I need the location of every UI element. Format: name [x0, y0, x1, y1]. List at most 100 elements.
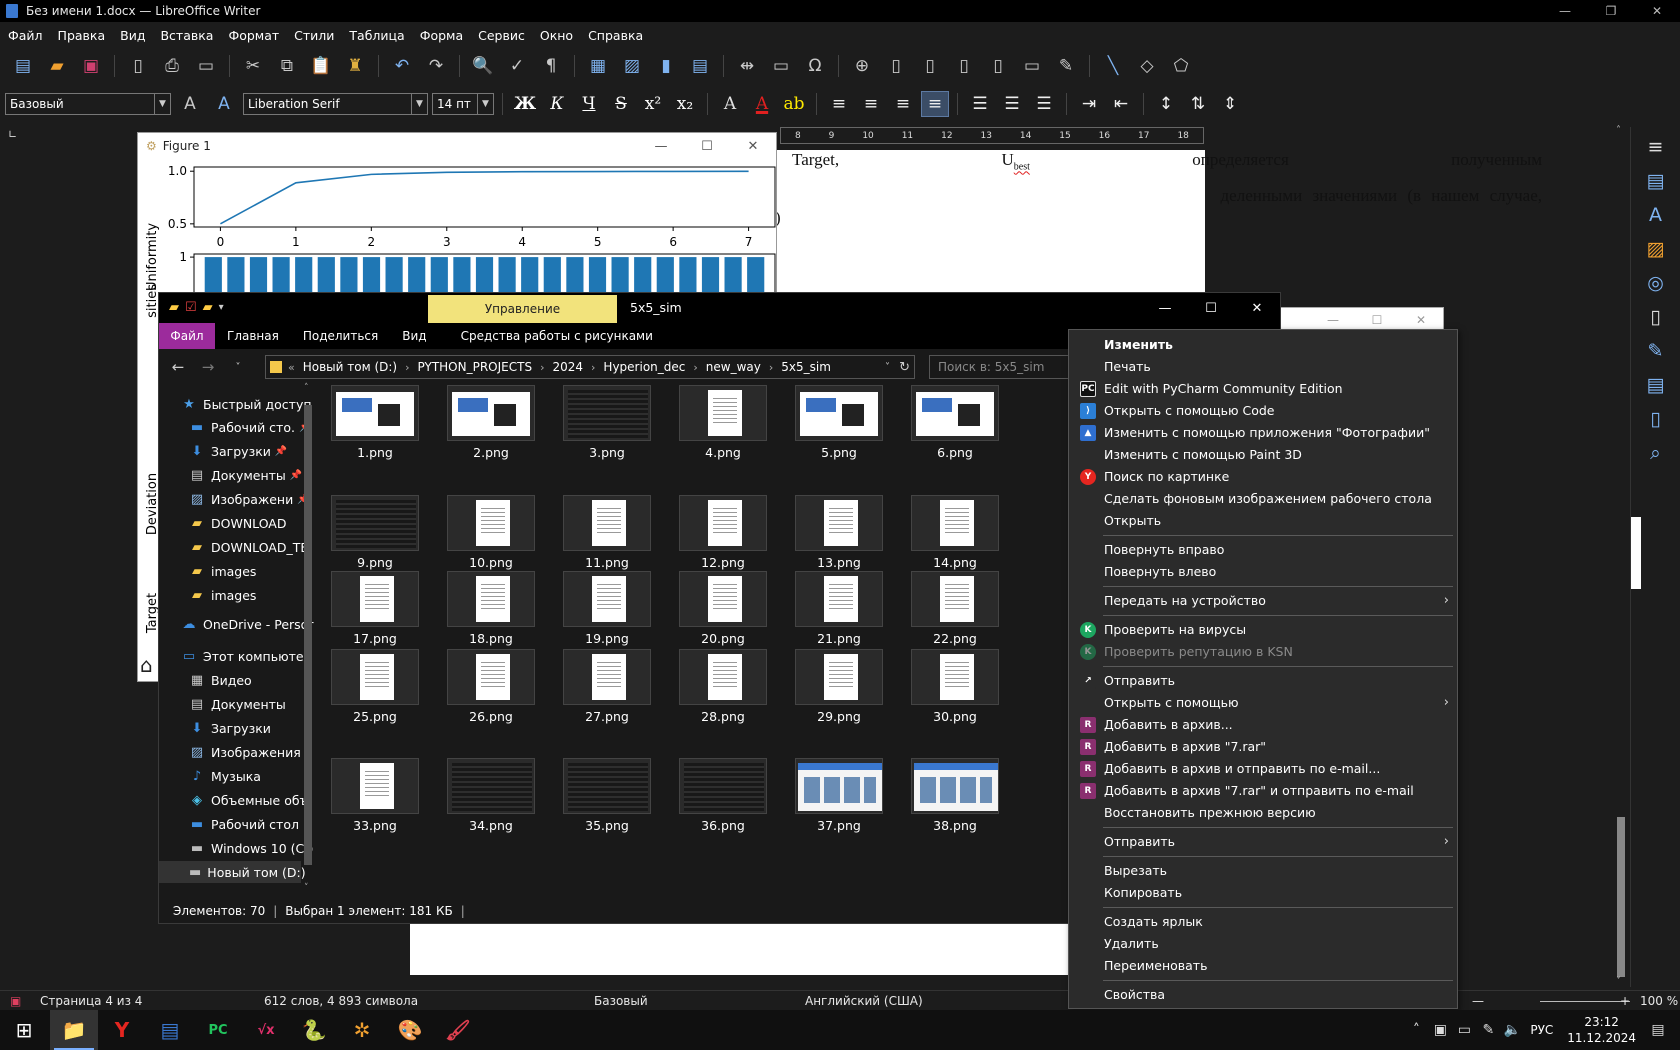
redo-icon[interactable]: ↷: [421, 52, 451, 80]
menu-table[interactable]: Таблица: [349, 28, 404, 43]
sidebar-collapse-handle[interactable]: [1631, 517, 1641, 589]
bookmark-icon[interactable]: ▯: [949, 52, 979, 80]
comment-icon[interactable]: ▭: [1017, 52, 1047, 80]
spelling-icon[interactable]: ✓: [502, 52, 532, 80]
paragraph-spacing-icon[interactable]: ⇅: [1184, 91, 1212, 117]
manage-tab[interactable]: Управление: [428, 295, 617, 323]
endnote-icon[interactable]: ▯: [915, 52, 945, 80]
file-item[interactable]: 2.png: [445, 385, 537, 475]
refresh-icon[interactable]: ↻: [899, 360, 910, 375]
context-menu-item[interactable]: Копировать: [1069, 882, 1457, 902]
file-item[interactable]: 5.png: [793, 385, 885, 475]
context-menu-item[interactable]: Открыть с помощью ›: [1069, 692, 1457, 712]
page-style-status[interactable]: Базовый: [594, 994, 648, 1008]
zoom-level[interactable]: 100 %: [1640, 994, 1678, 1008]
nav-item[interactable]: ▬ Windows 10 (C:): [189, 837, 314, 859]
customize-qat-icon[interactable]: ▾: [219, 302, 224, 313]
context-menu-item[interactable]: Сделать фоновым изображением рабочего ст…: [1069, 488, 1457, 508]
track-changes-icon[interactable]: ✎: [1051, 52, 1081, 80]
increase-indent-icon[interactable]: ⇥: [1075, 91, 1103, 117]
context-menu-item[interactable]: Печать: [1069, 356, 1457, 376]
save-status-icon[interactable]: ▣: [10, 994, 21, 1008]
nav-item[interactable]: ▨Изображени📌: [189, 488, 310, 510]
context-menu-item[interactable]: Удалить: [1069, 933, 1457, 953]
address-bar[interactable]: « Новый том (D:) › PYTHON_PROJECTS › 202…: [265, 355, 915, 379]
writer-minimize-button[interactable]: —: [1542, 0, 1588, 22]
explorer-close-button[interactable]: ✕: [1234, 293, 1280, 323]
clone-formatting-icon[interactable]: ♜: [340, 52, 370, 80]
properties-icon[interactable]: ▤: [1640, 167, 1672, 195]
file-item[interactable]: 4.png: [677, 385, 769, 475]
writer-close-button[interactable]: ✕: [1634, 0, 1680, 22]
font-color-icon[interactable]: A: [748, 91, 776, 117]
nav-item[interactable]: ▤ Документы 📌: [189, 464, 302, 486]
nav-item[interactable]: ▰ DOWNLOAD_TE: [189, 536, 308, 558]
file-item[interactable]: 17.png: [329, 571, 421, 661]
paragraph-indent-icon[interactable]: ⇕: [1216, 91, 1244, 117]
chevron-down-icon[interactable]: ▼: [477, 94, 493, 114]
file-item[interactable]: 21.png: [793, 571, 885, 661]
design-icon[interactable]: ▯: [1640, 405, 1672, 433]
context-menu-item[interactable]: R Добавить в архив...: [1069, 714, 1457, 734]
underline-button[interactable]: Ч: [575, 91, 603, 117]
save-icon[interactable]: ▣: [76, 52, 106, 80]
explorer-maximize-button[interactable]: ☐: [1188, 293, 1234, 323]
paste-icon[interactable]: 📋: [306, 52, 336, 80]
update-style-icon[interactable]: A: [175, 90, 205, 118]
tab-picture-tools[interactable]: Средства работы с рисунками: [449, 323, 665, 349]
special-character-icon[interactable]: Ω: [800, 52, 830, 80]
nav-item[interactable]: ▨ Изображения: [189, 741, 301, 763]
file-item[interactable]: 35.png: [561, 758, 653, 848]
file-item[interactable]: 18.png: [445, 571, 537, 661]
scroll-down-icon[interactable]: ˅: [1616, 976, 1621, 987]
taskbar-app[interactable]: √x: [242, 1010, 290, 1050]
recent-locations-icon[interactable]: ˅: [225, 354, 251, 380]
context-menu-item[interactable]: Вырезать: [1069, 860, 1457, 880]
breadcrumb-item[interactable]: new_way: [706, 360, 761, 374]
context-menu-item[interactable]: Повернуть влево: [1069, 561, 1457, 581]
cross-reference-icon[interactable]: ▯: [983, 52, 1013, 80]
italic-button[interactable]: К: [543, 91, 571, 117]
context-menu-item[interactable]: PC Edit with PyCharm Community Edition: [1069, 378, 1457, 398]
breadcrumb-item[interactable]: Hyperion_dec: [603, 360, 685, 374]
file-item[interactable]: 19.png: [561, 571, 653, 661]
zoom-slider[interactable]: [1540, 1001, 1630, 1002]
font-name-combo[interactable]: Liberation Serif ▼: [243, 93, 428, 115]
tab-home[interactable]: Главная: [215, 323, 291, 349]
find-replace-icon[interactable]: 🔍: [468, 52, 498, 80]
notifications-icon[interactable]: ▤: [1646, 1022, 1670, 1038]
figure-maximize-button[interactable]: ☐: [684, 133, 730, 159]
highlight-color-icon[interactable]: ab: [780, 91, 808, 117]
print-preview-icon[interactable]: ▭: [191, 52, 221, 80]
menu-styles[interactable]: Стили: [294, 28, 334, 43]
scroll-down-icon[interactable]: ˅: [304, 883, 309, 893]
context-menu-item[interactable]: Свойства: [1069, 984, 1457, 1004]
font-size-combo[interactable]: 14 пт ▼: [432, 93, 494, 115]
file-item[interactable]: 34.png: [445, 758, 537, 848]
insert-chart-icon[interactable]: ▮: [651, 52, 681, 80]
breadcrumb-item[interactable]: Новый том (D:): [303, 360, 397, 374]
chevron-right-icon[interactable]: ›: [769, 361, 773, 374]
file-item[interactable]: 38.png: [909, 758, 1001, 848]
bullet-list-icon[interactable]: ☰: [966, 91, 994, 117]
nav-item[interactable]: ♪ Музыка: [189, 765, 261, 787]
tab-view[interactable]: Вид: [390, 323, 438, 349]
context-menu-item[interactable]: Передать на устройство ›: [1069, 590, 1457, 610]
bold-button[interactable]: Ж: [511, 91, 539, 117]
file-item[interactable]: 22.png: [909, 571, 1001, 661]
insert-textbox-icon[interactable]: ▤: [685, 52, 715, 80]
context-menu-item[interactable]: Открыть: [1069, 510, 1457, 530]
breadcrumb-overflow[interactable]: «: [288, 361, 295, 374]
properties-check-icon[interactable]: ☑: [185, 300, 197, 315]
file-item[interactable]: 36.png: [677, 758, 769, 848]
superscript-button[interactable]: x²: [639, 91, 667, 117]
cut-icon[interactable]: ✂: [238, 52, 268, 80]
nav-item[interactable]: ▬Рабочий сто.📌: [189, 416, 312, 438]
start-button[interactable]: ⊞: [0, 1010, 48, 1050]
scroll-up-icon[interactable]: ˄: [304, 383, 309, 393]
basic-shapes-icon[interactable]: ◇: [1132, 52, 1162, 80]
context-menu-item[interactable]: R Добавить в архив и отправить по e-mail.…: [1069, 758, 1457, 778]
menu-edit[interactable]: Правка: [58, 28, 106, 43]
context-menu-item[interactable]: ⟩ Открыть с помощью Code: [1069, 400, 1457, 420]
new-style-icon[interactable]: A: [209, 90, 239, 118]
